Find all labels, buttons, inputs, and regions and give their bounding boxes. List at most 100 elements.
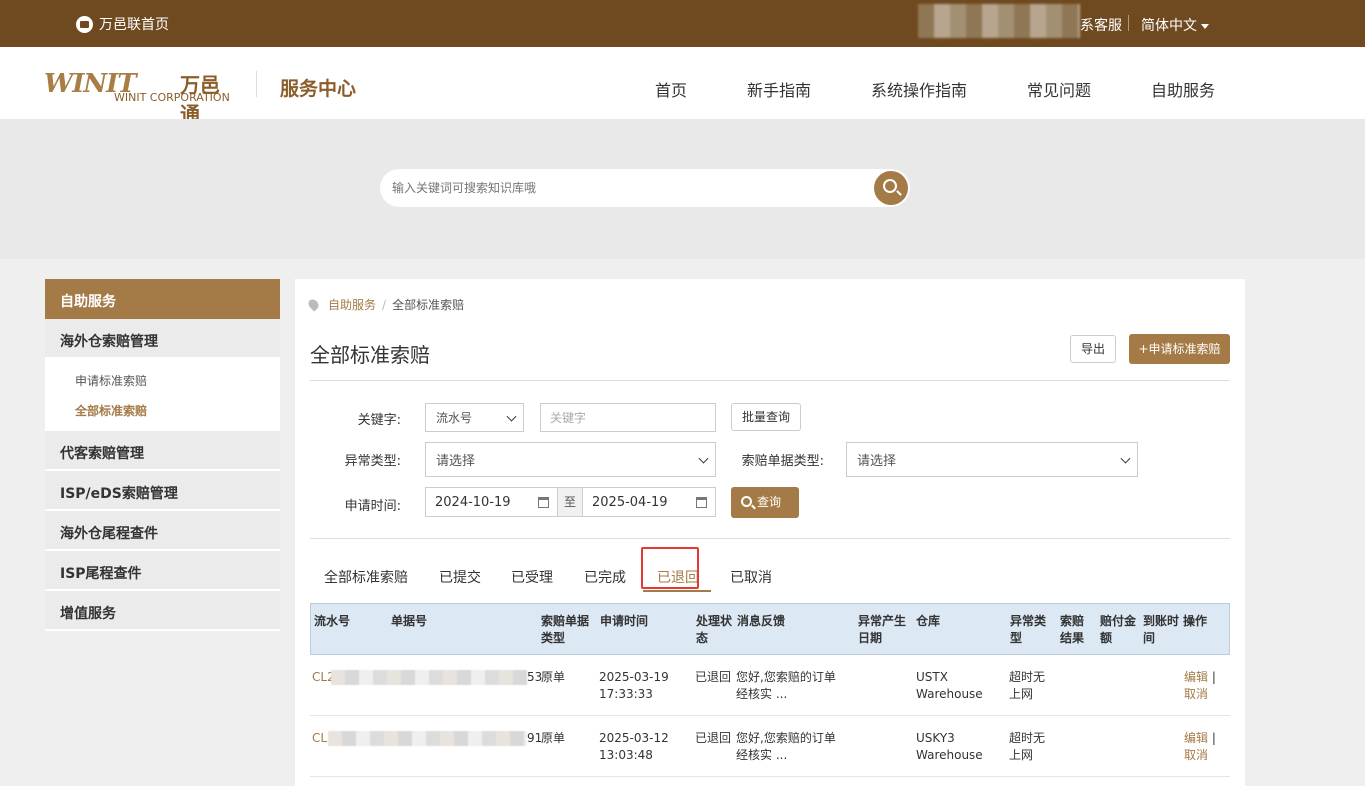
keyword-input[interactable]: 关键字: [540, 403, 716, 432]
sidebar-item-overseas-tracking[interactable]: 海外仓尾程查件: [45, 511, 280, 551]
nav-faq[interactable]: 常见问题: [1027, 77, 1091, 101]
sidebar-item-value-added[interactable]: 增值服务: [45, 591, 280, 631]
row1-warehouse-line2: Warehouse: [916, 687, 983, 701]
customer-service-link[interactable]: 系客服: [1080, 15, 1122, 35]
search-button[interactable]: [874, 171, 908, 205]
date-from-input[interactable]: 2024-10-19: [425, 487, 558, 517]
top-bar: 万邑联首页 系客服 简体中文: [0, 0, 1365, 47]
tab-completed[interactable]: 已完成: [584, 567, 626, 587]
row2-cancel-link[interactable]: 取消: [1184, 748, 1208, 762]
apply-date-label: 申请时间:: [344, 499, 401, 514]
row1-time: 17:33:33: [599, 687, 653, 701]
tab-all-claims[interactable]: 全部标准索赔: [324, 567, 408, 587]
apply-claim-button[interactable]: +申请标准索赔: [1129, 334, 1230, 364]
home-link[interactable]: 万邑联首页: [76, 14, 169, 34]
breadcrumb-separator: /: [382, 297, 387, 312]
language-select[interactable]: 简体中文: [1141, 15, 1209, 35]
home-icon: [76, 15, 93, 33]
nav-beginner-guide[interactable]: 新手指南: [747, 77, 811, 101]
nav-self-service[interactable]: 自助服务: [1151, 77, 1215, 101]
table-header: 流水号 单据号 索赔单据类型 申请时间 处理状态 消息反馈 异常产生日期 仓库 …: [310, 603, 1230, 655]
sidebar-item-proxy-claims[interactable]: 代客索赔管理: [45, 431, 280, 471]
header: WINIT 万邑通 WINIT CORPORATION 服务中心 首页 新手指南…: [0, 47, 1365, 126]
query-button[interactable]: 查询: [731, 487, 799, 518]
row2-serial-prefix[interactable]: CL: [312, 730, 327, 747]
search-input[interactable]: [392, 178, 862, 198]
row2-time: 13:03:48: [599, 748, 653, 762]
row1-msg-line1: 您好,您索赔的订单: [736, 670, 836, 684]
col-warehouse: 仓库: [916, 614, 941, 628]
row1-status: 已退回: [695, 670, 732, 684]
breadcrumb-root[interactable]: 自助服务: [328, 296, 376, 313]
date-to-input[interactable]: 2025-04-19: [582, 487, 716, 517]
col-abnormal-type: 异常类型: [1010, 614, 1047, 645]
language-label: 简体中文: [1141, 18, 1197, 34]
divider: [310, 380, 1230, 381]
row2-msg-line1: 您好,您索赔的订单: [736, 731, 836, 745]
batch-query-button[interactable]: 批量查询: [731, 403, 801, 431]
chevron-down-icon: [1120, 453, 1131, 464]
keyword-type-select[interactable]: 流水号: [425, 403, 524, 432]
search-bar: [380, 169, 910, 207]
row2-warehouse-line1: USKY3: [916, 731, 955, 745]
col-payout: 赔付金额: [1100, 614, 1137, 645]
redacted-area: [331, 670, 527, 685]
calendar-icon: [538, 497, 549, 508]
tab-accepted[interactable]: 已受理: [511, 567, 553, 587]
redacted-area: [918, 4, 1080, 38]
col-apply-time: 申请时间: [600, 614, 649, 628]
search-banner: [0, 119, 1365, 259]
date-to-value: 2025-04-19: [592, 494, 668, 510]
claim-doc-type-value: 请选择: [857, 454, 897, 469]
breadcrumb: 自助服务 / 全部标准索赔: [306, 296, 464, 313]
keyword-label: 关键字:: [357, 413, 401, 428]
active-tab-indicator: [643, 590, 711, 592]
chevron-down-icon: [506, 411, 517, 422]
nav-operation-guide[interactable]: 系统操作指南: [871, 77, 967, 101]
search-icon: [883, 179, 897, 193]
caret-down-icon: [1201, 23, 1209, 29]
sidebar-submenu: 申请标准索赔 全部标准索赔: [45, 359, 280, 431]
row1-abnormal-line1: 超时无: [1009, 670, 1046, 684]
row1-date: 2025-03-19: [599, 670, 669, 684]
main-panel: 自助服务 / 全部标准索赔 全部标准索赔 导出 +申请标准索赔 关键字: 流水号…: [295, 279, 1245, 786]
sidebar-head[interactable]: 自助服务: [45, 279, 280, 319]
row1-cancel-link[interactable]: 取消: [1184, 687, 1208, 701]
row2-abnormal-line1: 超时无: [1009, 731, 1046, 745]
claim-doc-type-select[interactable]: 请选择: [846, 442, 1138, 477]
col-claim-result: 索赔结果: [1060, 614, 1085, 645]
row-divider: [310, 715, 1230, 716]
row1-warehouse-line1: USTX: [916, 670, 948, 684]
row-divider: [310, 776, 1230, 777]
location-pin-icon: [306, 297, 321, 312]
row2-edit-link[interactable]: 编辑: [1184, 731, 1208, 745]
logo[interactable]: WINIT 万邑通 WINIT CORPORATION: [44, 69, 234, 126]
highlight-box: [641, 547, 699, 589]
export-button[interactable]: 导出: [1070, 335, 1116, 363]
row1-doc-type: 原单: [541, 670, 566, 684]
sidebar-subitem-all-claims[interactable]: 全部标准索赔: [45, 395, 280, 425]
keyword-placeholder: 关键字: [550, 411, 587, 425]
abnormal-type-value: 请选择: [436, 454, 476, 469]
redacted-area: [328, 731, 527, 746]
row2-ops: 编辑 | 取消: [1184, 730, 1216, 764]
sidebar: 自助服务 海外仓索赔管理 申请标准索赔 全部标准索赔 代客索赔管理 ISP/eD…: [45, 279, 280, 631]
abnormal-type-select[interactable]: 请选择: [425, 442, 716, 477]
col-doc-no: 单据号: [391, 614, 428, 628]
col-arrival-time: 到账时间: [1143, 614, 1180, 645]
col-serial: 流水号: [314, 614, 351, 628]
ops-separator: |: [1208, 731, 1216, 745]
nav-home[interactable]: 首页: [655, 77, 687, 101]
sidebar-item-isp-eds-claims[interactable]: ISP/eDS索赔管理: [45, 471, 280, 511]
tab-cancelled[interactable]: 已取消: [730, 567, 772, 587]
sidebar-subitem-apply-claim[interactable]: 申请标准索赔: [45, 365, 280, 395]
divider: [1128, 15, 1129, 31]
row1-edit-link[interactable]: 编辑: [1184, 670, 1208, 684]
col-abnormal-date: 异常产生日期: [858, 614, 907, 645]
sidebar-item-isp-tracking[interactable]: ISP尾程查件: [45, 551, 280, 591]
sidebar-item-overseas-claims[interactable]: 海外仓索赔管理: [45, 319, 280, 359]
row2-warehouse-line2: Warehouse: [916, 748, 983, 762]
row2-msg-line2: 经核实 ...: [736, 748, 788, 762]
tab-submitted[interactable]: 已提交: [439, 567, 481, 587]
query-button-label: 查询: [757, 495, 782, 509]
